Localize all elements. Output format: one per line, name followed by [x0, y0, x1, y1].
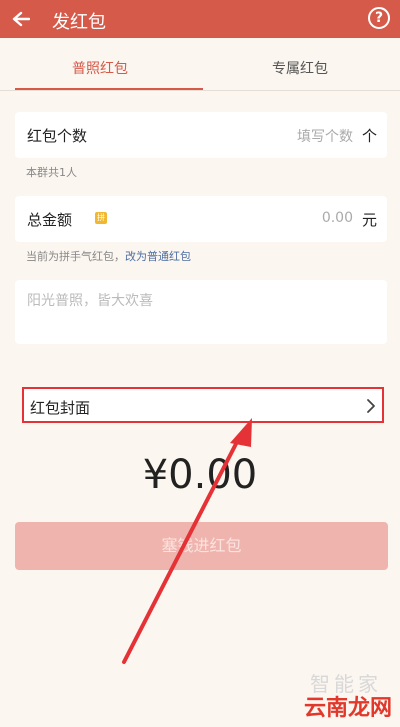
watermark-logo: 云南龙网: [303, 696, 392, 721]
total-amount-unit: 元: [361, 211, 377, 229]
tab-normal-packet[interactable]: 普照红包: [0, 52, 200, 90]
lucky-badge-icon: 拼: [95, 212, 107, 224]
page-title: 发红包: [52, 12, 106, 33]
back-button[interactable]: [6, 4, 36, 34]
packet-count-label: 红包个数: [27, 127, 88, 145]
group-member-hint: 本群共1人: [26, 166, 77, 179]
top-bar: 发红包 ?: [0, 0, 400, 38]
packet-count-unit: 个: [361, 127, 377, 145]
back-arrow-icon: [12, 11, 30, 27]
packet-count-input[interactable]: 填写个数: [297, 126, 353, 146]
packet-cover-label: 红包封面: [30, 399, 91, 417]
tab-exclusive-packet[interactable]: 专属红包: [200, 52, 400, 90]
total-amount-row[interactable]: 总金额 拼 0.00 元: [15, 196, 387, 242]
put-money-button[interactable]: 塞钱进红包: [15, 522, 388, 570]
chevron-right-icon: [367, 399, 375, 413]
packet-count-row[interactable]: 红包个数 填写个数 个: [15, 112, 387, 158]
total-amount-input[interactable]: 0.00: [322, 210, 353, 226]
switch-normal-packet-link[interactable]: 改为普通红包: [125, 250, 191, 263]
help-icon[interactable]: ?: [368, 7, 390, 29]
greeting-input[interactable]: 阳光普照，皆大欢喜: [27, 290, 153, 310]
packet-cover-row[interactable]: 红包封面: [22, 387, 384, 423]
total-amount-display: ¥0.00: [142, 452, 258, 498]
packet-type-hint-text: 当前为拼手气红包，: [26, 250, 125, 263]
total-amount-label: 总金额: [27, 211, 73, 229]
greeting-field[interactable]: 阳光普照，皆大欢喜: [15, 280, 387, 344]
tab-bar: 普照红包 专属红包: [0, 52, 400, 91]
annotation-arrow-icon: [122, 418, 252, 664]
packet-type-hint: 当前为拼手气红包，改为普通红包: [26, 248, 191, 264]
tab-divider: [0, 90, 400, 91]
